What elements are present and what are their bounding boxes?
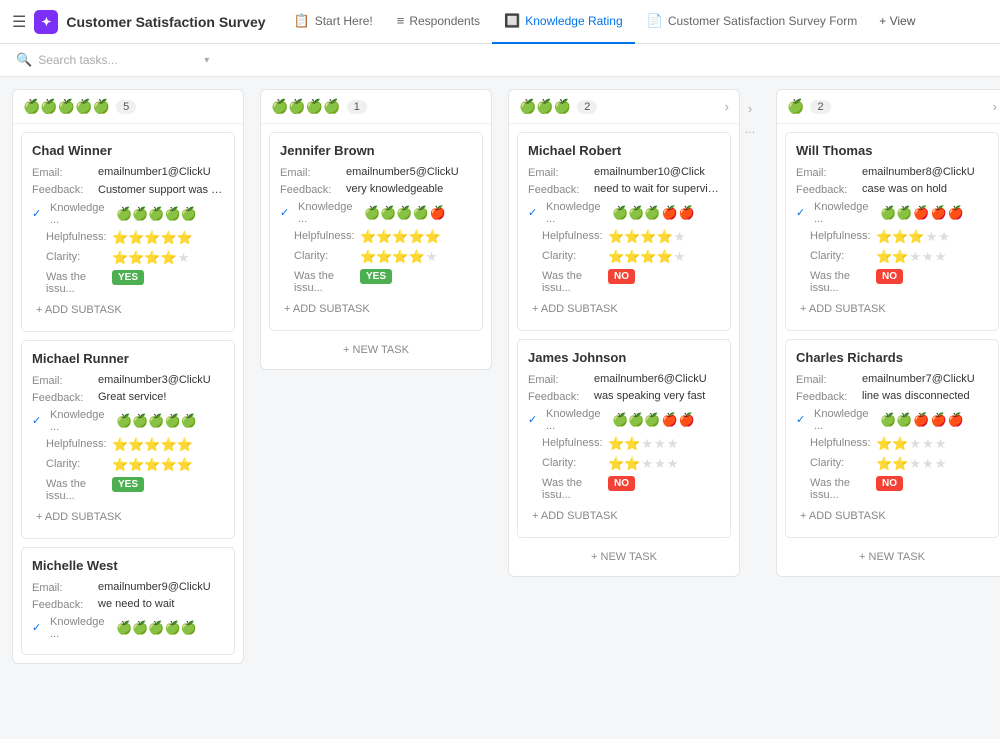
form-icon: 📄 bbox=[647, 13, 663, 29]
card-chad-winner: Chad Winner Email: emailnumber1@ClickU F… bbox=[21, 132, 235, 332]
column-4: 🍏 2 › Will Thomas Email: emailnumber8@Cl… bbox=[776, 89, 1000, 577]
tab-form[interactable]: 📄 Customer Satisfaction Survey Form bbox=[635, 0, 870, 44]
column-4-header: 🍏 2 › bbox=[777, 90, 1000, 124]
column-2-cards: Jennifer Brown Email: emailnumber5@Click… bbox=[261, 124, 491, 369]
column-4-arrow[interactable]: › bbox=[993, 99, 997, 114]
new-task-button[interactable]: + NEW TASK bbox=[785, 546, 999, 568]
side-dots[interactable]: … bbox=[745, 124, 756, 136]
column-2-header: 🍏🍏🍏🍏 1 bbox=[261, 90, 491, 124]
column-1-header: 🍏🍏🍏🍏🍏 5 bbox=[13, 90, 243, 124]
card-name: Michelle West bbox=[32, 558, 224, 573]
column-4-count: 2 bbox=[810, 100, 830, 114]
respondents-icon: ≡ bbox=[397, 13, 405, 28]
column-1: 🍏🍏🍏🍏🍏 5 Chad Winner Email: emailnumber1@… bbox=[12, 89, 244, 664]
add-subtask-button[interactable]: + ADD SUBTASK bbox=[32, 506, 224, 528]
card-james-johnson: James Johnson Email: emailnumber6@ClickU… bbox=[517, 339, 731, 538]
menu-icon[interactable]: ☰ bbox=[12, 12, 26, 32]
search-chevron-icon[interactable]: ▾ bbox=[204, 55, 209, 66]
tab-respondents[interactable]: ≡ Respondents bbox=[385, 0, 492, 44]
add-subtask-button[interactable]: + ADD SUBTASK bbox=[796, 505, 988, 527]
tab-view[interactable]: + View bbox=[869, 0, 925, 44]
knowledge-icon: 🔲 bbox=[504, 13, 520, 29]
tab-start[interactable]: 📋 Start Here! bbox=[282, 0, 385, 44]
column-2-count: 1 bbox=[347, 100, 367, 114]
new-task-button[interactable]: + NEW TASK bbox=[269, 339, 483, 361]
start-icon: 📋 bbox=[294, 13, 310, 29]
card-michael-robert: Michael Robert Email: emailnumber10@Clic… bbox=[517, 132, 731, 331]
add-subtask-button[interactable]: + ADD SUBTASK bbox=[280, 298, 472, 320]
column-1-apples: 🍏🍏🍏🍏🍏 bbox=[23, 98, 110, 115]
card-name: Chad Winner bbox=[32, 143, 224, 158]
card-name: James Johnson bbox=[528, 350, 720, 365]
card-name: Jennifer Brown bbox=[280, 143, 472, 158]
tab-knowledge[interactable]: 🔲 Knowledge Rating bbox=[492, 0, 635, 44]
card-jennifer-brown: Jennifer Brown Email: emailnumber5@Click… bbox=[269, 132, 483, 331]
card-name: Will Thomas bbox=[796, 143, 988, 158]
column-1-cards: Chad Winner Email: emailnumber1@ClickU F… bbox=[13, 124, 243, 663]
board: 🍏🍏🍏🍏🍏 5 Chad Winner Email: emailnumber1@… bbox=[0, 77, 1000, 728]
app-logo: ✦ bbox=[34, 10, 58, 34]
page-title: Customer Satisfaction Survey bbox=[66, 14, 265, 30]
knowledge-row: ✓ Knowledge ... 🍏🍏🍏🍏🍏 bbox=[32, 201, 224, 226]
email-row: Email: emailnumber1@ClickU bbox=[32, 166, 224, 179]
column-3-count: 2 bbox=[577, 100, 597, 114]
card-charles-richards: Charles Richards Email: emailnumber7@Cli… bbox=[785, 339, 999, 538]
issue-row: Was the issu... YES bbox=[32, 270, 224, 295]
column-4-apples: 🍏 bbox=[787, 98, 804, 115]
card-name: Michael Runner bbox=[32, 351, 224, 366]
column-3-apples: 🍏🍏🍏 bbox=[519, 98, 571, 115]
card-michelle-west: Michelle West Email: emailnumber9@ClickU… bbox=[21, 547, 235, 655]
column-4-cards: Will Thomas Email: emailnumber8@ClickU F… bbox=[777, 124, 1000, 576]
card-michael-runner: Michael Runner Email: emailnumber3@Click… bbox=[21, 340, 235, 539]
add-subtask-button[interactable]: + ADD SUBTASK bbox=[528, 298, 720, 320]
nav-tabs: 📋 Start Here! ≡ Respondents 🔲 Knowledge … bbox=[282, 0, 926, 44]
new-task-button[interactable]: + NEW TASK bbox=[517, 546, 731, 568]
card-name: Charles Richards bbox=[796, 350, 988, 365]
column-1-count: 5 bbox=[116, 100, 136, 114]
check-icon: ✓ bbox=[32, 207, 44, 220]
card-will-thomas: Will Thomas Email: emailnumber8@ClickU F… bbox=[785, 132, 999, 331]
collapse-arrow[interactable]: › bbox=[748, 101, 752, 116]
column-3-arrow[interactable]: › bbox=[725, 99, 729, 114]
helpfulness-row: Helpfulness: ⭐⭐⭐⭐⭐ bbox=[32, 230, 224, 246]
feedback-row: Feedback: Customer support was awesome! … bbox=[32, 183, 224, 197]
column-3-header: 🍏🍏🍏 2 › bbox=[509, 90, 739, 124]
add-subtask-button[interactable]: + ADD SUBTASK bbox=[32, 299, 224, 321]
header: ☰ ✦ Customer Satisfaction Survey 📋 Start… bbox=[0, 0, 1000, 44]
search-input[interactable] bbox=[38, 53, 198, 67]
column-2-apples: 🍏🍏🍏🍏 bbox=[271, 98, 341, 115]
card-name: Michael Robert bbox=[528, 143, 720, 158]
search-icon: 🔍 bbox=[16, 52, 32, 68]
column-3: 🍏🍏🍏 2 › Michael Robert Email: emailnumbe… bbox=[508, 89, 740, 577]
column-3-side: › … bbox=[740, 89, 760, 136]
column-2: 🍏🍏🍏🍏 1 Jennifer Brown Email: emailnumber… bbox=[260, 89, 492, 370]
search-bar: 🔍 ▾ bbox=[0, 44, 1000, 77]
clarity-row: Clarity: ⭐⭐⭐⭐★ bbox=[32, 250, 224, 266]
column-3-cards: Michael Robert Email: emailnumber10@Clic… bbox=[509, 124, 739, 576]
add-subtask-button[interactable]: + ADD SUBTASK bbox=[528, 505, 720, 527]
add-subtask-button[interactable]: + ADD SUBTASK bbox=[796, 298, 988, 320]
